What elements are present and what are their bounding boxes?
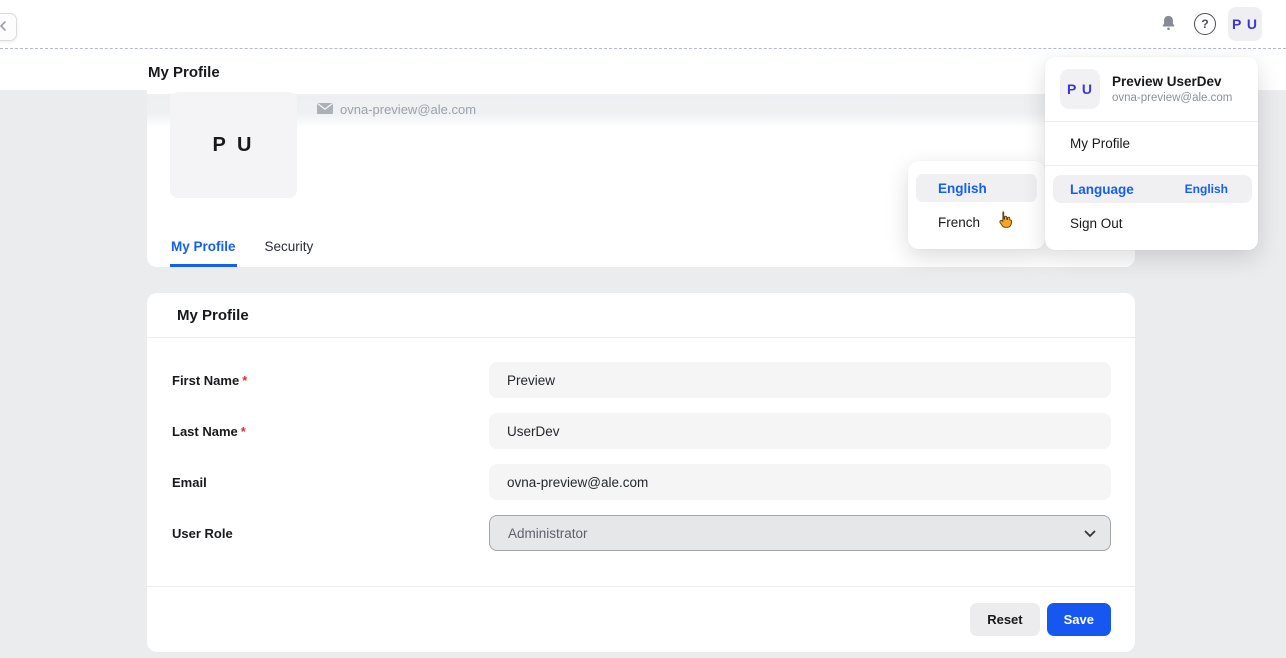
email-label: Email bbox=[172, 475, 489, 490]
user-menu-avatar: P U bbox=[1060, 69, 1100, 109]
menu-item-language[interactable]: Language English bbox=[1053, 175, 1252, 203]
envelope-icon bbox=[317, 102, 333, 117]
required-asterisk: * bbox=[241, 424, 246, 439]
language-option-english[interactable]: English bbox=[916, 174, 1037, 202]
user-role-value: Administrator bbox=[508, 526, 588, 541]
avatar-initials: P U bbox=[1232, 16, 1258, 32]
language-label: Language bbox=[1070, 182, 1134, 197]
help-button[interactable]: ? bbox=[1194, 13, 1216, 35]
form-card-footer: Reset Save bbox=[147, 586, 1135, 652]
tab-my-profile[interactable]: My Profile bbox=[170, 239, 237, 267]
back-button[interactable] bbox=[0, 13, 17, 41]
last-name-label: Last Name* bbox=[172, 424, 489, 439]
top-bar: ? P U bbox=[0, 0, 1286, 49]
avatar-initials: P U bbox=[1067, 81, 1093, 97]
user-menu-identity: Preview UserDev ovna-preview@ale.com bbox=[1112, 74, 1232, 104]
user-avatar-button[interactable]: P U bbox=[1228, 7, 1262, 41]
menu-item-my-profile[interactable]: My Profile bbox=[1045, 122, 1258, 165]
form-card-title: My Profile bbox=[177, 307, 249, 324]
form-card-header: My Profile bbox=[147, 293, 1135, 338]
app-window: ? P U My Profile P U ovna-preview@ale.co… bbox=[0, 0, 1286, 658]
my-profile-form-card: My Profile First Name* Last Name* Email bbox=[147, 293, 1135, 652]
chevron-down-icon bbox=[1084, 526, 1096, 541]
form-row-user-role: User Role Administrator bbox=[172, 515, 1111, 551]
form-row-first-name: First Name* bbox=[172, 362, 1111, 398]
reset-button[interactable]: Reset bbox=[970, 603, 1039, 636]
user-dropdown-menu: P U Preview UserDev ovna-preview@ale.com… bbox=[1045, 57, 1258, 250]
avatar-initials: P U bbox=[213, 134, 255, 157]
user-role-select[interactable]: Administrator bbox=[489, 515, 1111, 551]
profile-email: ovna-preview@ale.com bbox=[340, 102, 476, 117]
page-title: My Profile bbox=[148, 64, 220, 81]
first-name-label: First Name* bbox=[172, 373, 489, 388]
question-mark-icon: ? bbox=[1201, 17, 1208, 31]
email-field[interactable] bbox=[489, 464, 1111, 500]
profile-avatar: P U bbox=[170, 92, 297, 198]
last-name-field[interactable] bbox=[489, 413, 1111, 449]
menu-divider bbox=[1045, 165, 1258, 166]
user-role-label: User Role bbox=[172, 526, 489, 541]
profile-form: First Name* Last Name* Email User Role bbox=[147, 338, 1135, 551]
profile-email-row: ovna-preview@ale.com bbox=[317, 102, 476, 117]
chevron-left-icon bbox=[0, 18, 8, 36]
language-current-value: English bbox=[1185, 182, 1228, 196]
first-name-field[interactable] bbox=[489, 362, 1111, 398]
language-submenu: English French bbox=[908, 161, 1045, 249]
save-button[interactable]: Save bbox=[1047, 603, 1111, 636]
form-row-email: Email bbox=[172, 464, 1111, 500]
profile-tabs: My Profile Security bbox=[170, 239, 314, 267]
required-asterisk: * bbox=[242, 373, 247, 388]
bell-icon bbox=[1160, 14, 1177, 37]
user-menu-header: P U Preview UserDev ovna-preview@ale.com bbox=[1045, 57, 1258, 121]
user-email: ovna-preview@ale.com bbox=[1112, 92, 1232, 104]
menu-item-sign-out[interactable]: Sign Out bbox=[1045, 203, 1258, 243]
language-option-french[interactable]: French bbox=[916, 208, 1037, 236]
notifications-button[interactable] bbox=[1158, 15, 1178, 35]
tab-security[interactable]: Security bbox=[264, 239, 315, 267]
user-name: Preview UserDev bbox=[1112, 74, 1232, 89]
form-row-last-name: Last Name* bbox=[172, 413, 1111, 449]
